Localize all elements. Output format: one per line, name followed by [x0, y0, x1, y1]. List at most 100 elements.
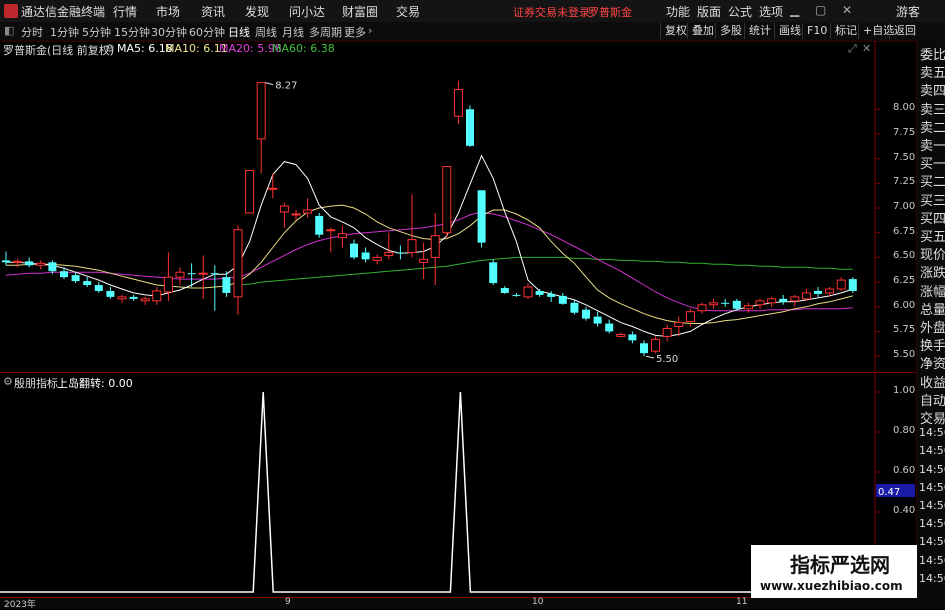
watermark-title: 指标严选网: [790, 553, 890, 577]
candle: [384, 232, 394, 260]
candle: [129, 294, 138, 301]
candle-body: [71, 275, 80, 282]
high-price-label: 8.27: [275, 81, 297, 92]
candle: [117, 294, 127, 303]
side-tab-item[interactable]: 14:56: [919, 426, 945, 439]
side-tab-item[interactable]: 卖一: [920, 135, 945, 154]
candle-body: [222, 277, 231, 293]
candle: [662, 324, 672, 342]
price-tick-label: 7.00: [893, 201, 916, 213]
candle: [697, 302, 707, 314]
side-tab-item[interactable]: 买二: [920, 171, 945, 190]
candle: [36, 260, 46, 270]
side-tab-item[interactable]: 14:56: [919, 535, 945, 548]
candle: [442, 166, 452, 238]
candle-body: [814, 290, 822, 294]
side-tab-item[interactable]: 卖四: [920, 80, 945, 99]
candle-body: [825, 288, 835, 294]
candle-body: [407, 239, 417, 253]
candle: [628, 331, 637, 344]
candle-body: [256, 82, 266, 140]
candle-body: [140, 298, 150, 302]
candle: [326, 227, 336, 253]
candle-body: [466, 109, 474, 146]
indicator-current-value-box: 0.47: [876, 484, 915, 498]
candle-body: [442, 166, 452, 234]
date-label-month-10: 10: [532, 597, 544, 607]
side-tab-item[interactable]: 外盘: [920, 317, 945, 336]
side-tab-item[interactable]: 涨跌: [920, 262, 945, 281]
candle: [512, 292, 521, 297]
candle: [337, 225, 347, 248]
candle-body: [801, 292, 811, 300]
side-tab-item[interactable]: 买三: [920, 190, 945, 209]
kline-chart[interactable]: 8.27 5.50: [0, 0, 945, 609]
side-tab-item[interactable]: 14:56: [919, 554, 945, 567]
candle: [303, 198, 313, 218]
side-tab-item[interactable]: 卖二: [920, 117, 945, 136]
candle: [453, 80, 463, 125]
candle: [407, 194, 417, 258]
side-tab-item[interactable]: 14:56: [919, 572, 945, 585]
side-tab-item[interactable]: 卖三: [920, 99, 945, 118]
candle-body: [547, 293, 556, 297]
price-tick-label: 5.50: [893, 349, 916, 361]
candle-body: [245, 170, 255, 214]
side-tab-item[interactable]: 14:56: [919, 499, 945, 512]
candle: [210, 265, 219, 311]
side-tab-item[interactable]: 交易: [920, 408, 945, 427]
candle-body: [268, 187, 278, 190]
date-label-month-11: 11: [736, 597, 748, 607]
candle: [222, 271, 231, 297]
side-tab-item[interactable]: 14:56: [919, 444, 945, 457]
watermark-url: www.xuezhibiao.com: [760, 579, 903, 593]
candle-body: [685, 311, 695, 323]
side-tab-item[interactable]: 委比: [920, 44, 945, 63]
price-tick-label: 7.25: [893, 176, 916, 188]
candle-body: [489, 262, 498, 284]
side-tab-item[interactable]: 总量: [920, 299, 945, 318]
candle: [466, 105, 474, 147]
candle: [535, 288, 544, 297]
candle-body: [163, 276, 173, 293]
indicator-tick-label: 1.00: [893, 385, 916, 396]
candle: [801, 288, 811, 301]
side-tab-item[interactable]: 换手: [920, 335, 945, 354]
candle: [593, 311, 602, 327]
side-tab-item[interactable]: 现价: [920, 244, 945, 263]
candle: [570, 299, 579, 315]
side-tab-item[interactable]: 买四: [920, 208, 945, 227]
candle: [83, 277, 92, 288]
indicator-current-value: 0.47: [878, 487, 901, 498]
candle: [616, 332, 626, 338]
side-tab-item[interactable]: 收益: [920, 372, 945, 391]
candle-body: [326, 229, 336, 232]
date-label-year: 2023年: [4, 600, 36, 610]
candle: [767, 296, 777, 307]
candle-body: [790, 296, 800, 302]
candle-body: [25, 261, 34, 266]
indicator-tick-label: 0.60: [893, 465, 916, 476]
price-tick-label: 7.75: [893, 126, 916, 138]
candle: [256, 82, 266, 174]
side-tab-item[interactable]: 涨幅: [920, 281, 945, 300]
price-tick-label: 7.50: [893, 151, 916, 163]
candle: [140, 296, 150, 305]
price-tick-label: 8.00: [893, 102, 916, 114]
ma60-line: [237, 256, 853, 286]
candle-body: [616, 333, 626, 337]
side-tab-item[interactable]: 14:56: [919, 517, 945, 530]
candle: [814, 287, 822, 297]
side-tab-item[interactable]: 买五: [920, 226, 945, 245]
side-tab-item[interactable]: 净资: [920, 353, 945, 372]
side-tab-item[interactable]: 14:56: [919, 463, 945, 476]
candle: [489, 259, 498, 286]
side-tab-item[interactable]: 卖五: [920, 62, 945, 81]
side-tab-item[interactable]: 14:56: [919, 481, 945, 494]
candle: [106, 287, 115, 299]
candle: [315, 212, 324, 238]
side-tab-item[interactable]: 自动: [920, 390, 945, 409]
price-tick-label: 6.25: [893, 275, 916, 287]
side-tab-item[interactable]: 买一: [920, 153, 945, 172]
candle-body: [582, 309, 590, 319]
